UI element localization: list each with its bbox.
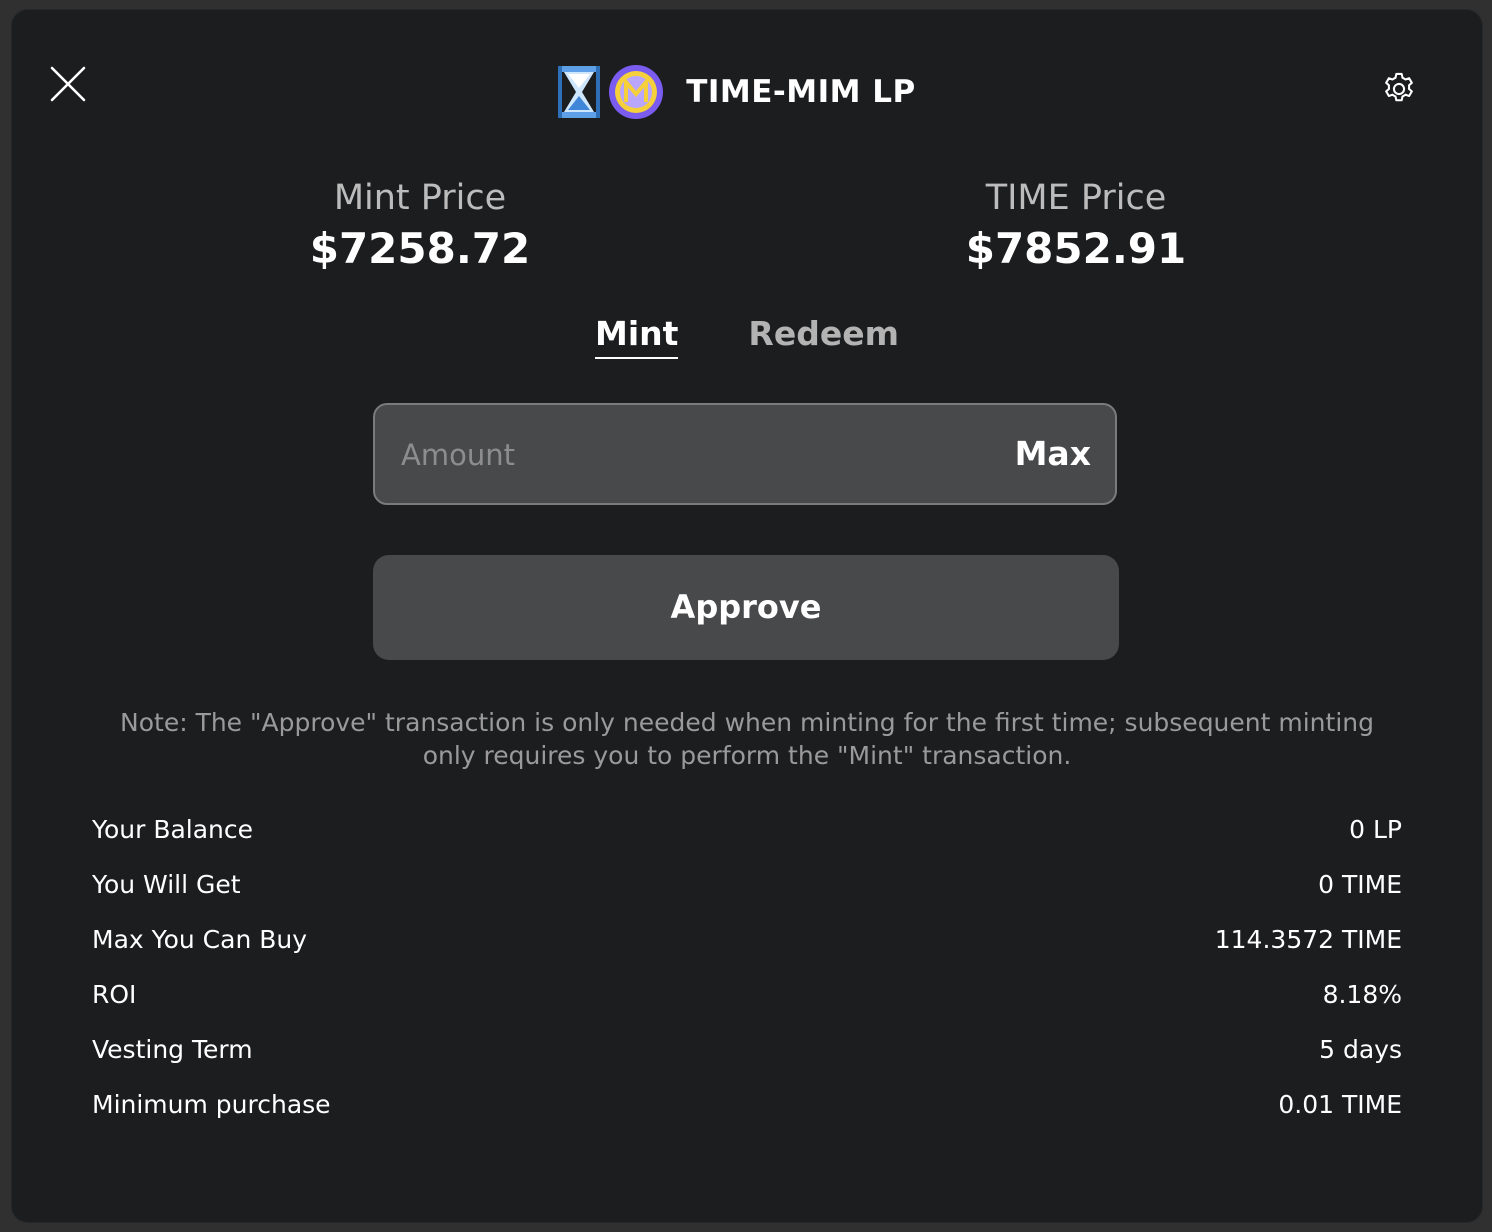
detail-value: 0.01 TIME [1278, 1090, 1402, 1119]
mint-redeem-tabs: Mint Redeem [12, 314, 1482, 359]
mint-price: Mint Price $7258.72 [210, 174, 630, 276]
detail-row-minimum: Minimum purchase 0.01 TIME [92, 1080, 1402, 1135]
detail-label: Vesting Term [92, 1035, 253, 1064]
page-title: TIME-MIM LP [686, 74, 916, 110]
modal-header: TIME-MIM LP [12, 62, 1482, 122]
detail-value: 0 LP [1349, 815, 1402, 844]
mint-price-value: $7258.72 [309, 224, 531, 273]
amount-field: Max [373, 403, 1117, 505]
gear-icon[interactable] [1380, 70, 1418, 108]
time-price: TIME Price $7852.91 [866, 174, 1286, 276]
bond-details: Your Balance 0 LP You Will Get 0 TIME Ma… [92, 805, 1402, 1135]
detail-label: Minimum purchase [92, 1090, 331, 1119]
detail-label: You Will Get [92, 870, 241, 899]
detail-label: Max You Can Buy [92, 925, 308, 954]
mint-price-label: Mint Price [333, 178, 507, 218]
detail-row-max-buy: Max You Can Buy 114.3572 TIME [92, 915, 1402, 970]
detail-value: 5 days [1319, 1035, 1402, 1064]
approve-note: Note: The "Approve" transaction is only … [120, 708, 1374, 770]
detail-value: 8.18% [1322, 980, 1402, 1009]
mim-token-icon [609, 65, 664, 119]
detail-row-balance: Your Balance 0 LP [92, 805, 1402, 860]
detail-label: ROI [92, 980, 137, 1009]
amount-input[interactable] [399, 405, 963, 505]
detail-row-vesting: Vesting Term 5 days [92, 1025, 1402, 1080]
detail-row-will-get: You Will Get 0 TIME [92, 860, 1402, 915]
approve-button[interactable]: Approve [373, 555, 1119, 660]
time-price-label: TIME Price [985, 178, 1167, 218]
detail-value: 114.3572 TIME [1214, 925, 1402, 954]
time-price-value: $7852.91 [965, 224, 1187, 273]
token-pair-icons [556, 64, 664, 120]
tab-redeem[interactable]: Redeem [748, 314, 899, 359]
detail-value: 0 TIME [1318, 870, 1402, 899]
detail-label: Your Balance [92, 815, 254, 844]
max-button[interactable]: Max [1015, 405, 1091, 503]
detail-row-roi: ROI 8.18% [92, 970, 1402, 1025]
hourglass-icon [558, 66, 601, 118]
tab-mint[interactable]: Mint [595, 314, 679, 359]
bond-modal: TIME-MIM LP Mint Price $7258.72 TIME Pri… [12, 10, 1482, 1222]
